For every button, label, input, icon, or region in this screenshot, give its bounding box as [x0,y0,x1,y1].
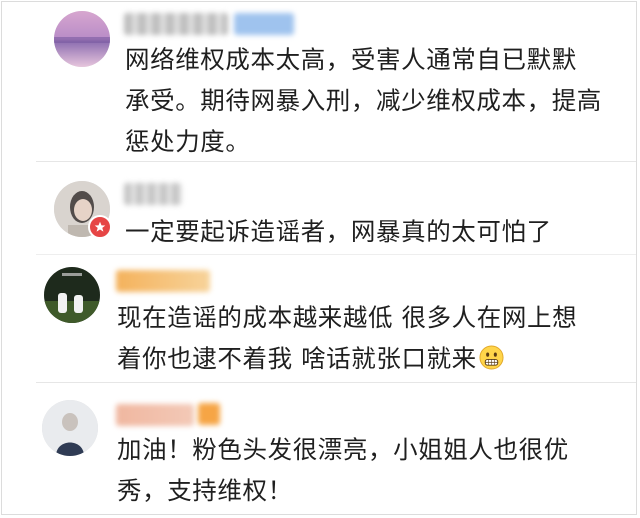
comment-text: 加油！粉色头发很漂亮，小姐姐人也很优 秀，支持维权！ [117,429,569,511]
comment-item: 加油！粉色头发很漂亮，小姐姐人也很优 秀，支持维权！ [2,383,638,516]
person-avatar-image [42,400,98,456]
username-blurred[interactable] [116,404,194,426]
comment-line: 秀，支持维权！ [117,476,293,505]
grimacing-emoji-icon [479,345,504,370]
comment-item: 一定要起诉造谣者，网暴真的太可怕了 [2,162,638,252]
comment-line: 着你也逮不着我 啥话就张口就来 [117,338,577,379]
comment-line: 加油！粉色头发很漂亮，小姐姐人也很优 [117,435,569,464]
comment-line: 惩处力度。 [125,127,251,156]
comment-line: 网络维权成本太高，受害人通常自已默默 [125,45,577,74]
user-tag-blurred [234,13,294,35]
comment-line: 现在造谣的成本越来越低 很多人在网上想 [117,303,578,332]
comment-line-text: 着你也逮不着我 啥话就张口就来 [117,344,477,373]
comment-text: 网络维权成本太高，受害人通常自已默默 承受。期待网暴入刑，减少维权成本，提高 惩… [125,39,602,162]
user-tag-blurred [198,403,220,425]
comment-item: 网络维权成本太高，受害人通常自已默默 承受。期待网暴入刑，减少维权成本，提高 惩… [2,2,638,162]
sunset-avatar-image [54,11,110,67]
comment-text: 一定要起诉造谣者，网暴真的太可怕了 [125,211,552,252]
username-blurred[interactable] [124,183,182,205]
verified-badge-icon [88,215,112,239]
comment-line: 一定要起诉造谣者，网暴真的太可怕了 [125,217,552,246]
comment-list: 网络维权成本太高，受害人通常自已默默 承受。期待网暴入刑，减少维权成本，提高 惩… [1,1,637,515]
username-blurred[interactable] [124,13,228,35]
comment-text: 现在造谣的成本越来越低 很多人在网上想 着你也逮不着我 啥话就张口就来 [117,297,577,379]
username-blurred[interactable] [116,270,210,292]
sneakers-avatar-image [44,267,100,323]
star-icon [94,221,106,232]
comment-line: 承受。期待网暴入刑，减少维权成本，提高 [125,86,602,115]
comment-item: 现在造谣的成本越来越低 很多人在网上想 着你也逮不着我 啥话就张口就来 [2,255,638,385]
avatar[interactable] [42,400,98,456]
avatar[interactable] [54,11,110,67]
avatar[interactable] [44,267,100,323]
